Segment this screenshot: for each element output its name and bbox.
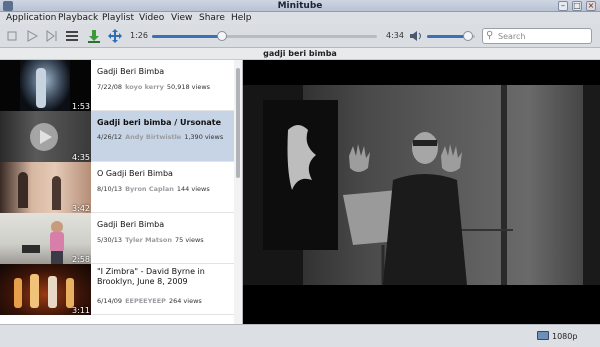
menu-video[interactable]: Video xyxy=(139,12,164,24)
play-icon[interactable] xyxy=(24,28,40,44)
playlist: 1:53 Gadji Beri Bimba 7/22/08 koyo kerry 5… xyxy=(0,60,243,324)
playlist-query: gadji beri bimba xyxy=(263,49,337,58)
list-item[interactable]: 1:53 Gadji Beri Bimba 7/22/08 koyo kerry 5… xyxy=(0,60,234,111)
seek-slider[interactable] xyxy=(152,31,377,41)
video-title: Gadji Beri Bimba xyxy=(97,220,165,229)
video-thumbnail: 1:53 xyxy=(0,60,91,111)
video-meta: 4/26/12 Andy Birtwistle 1,390 views xyxy=(97,133,223,141)
status-bar: 1080p xyxy=(0,324,600,347)
video-views: 50,918 views xyxy=(166,83,211,91)
video-date: 8/10/13 xyxy=(97,185,123,193)
maximize-button[interactable]: □ xyxy=(572,1,582,11)
toolbar: 1:26 4:34 ⚲ xyxy=(0,24,600,48)
video-player[interactable] xyxy=(243,60,600,324)
skip-icon[interactable] xyxy=(44,28,60,44)
video-title: O Gadji Beri Bimba xyxy=(97,169,173,178)
video-title: Gadji beri bimba / Ursonate xyxy=(97,118,222,127)
list-item[interactable]: 3:42 O Gadji Beri Bimba 8/10/13 Byron Cap… xyxy=(0,162,234,213)
video-views: 264 views xyxy=(168,297,202,305)
list-item[interactable]: 2:58 Gadji Beri Bimba 5/30/13 Tyler Matso… xyxy=(0,213,234,264)
total-time: 4:34 xyxy=(386,31,404,40)
video-thumbnail: 4:35 xyxy=(0,111,91,162)
close-button[interactable]: × xyxy=(586,1,596,11)
video-meta: 7/22/08 koyo kerry 50,918 views xyxy=(97,83,210,91)
video-frame xyxy=(243,60,600,324)
list-item[interactable]: 3:11 "I Zimbra" - David Byrne in Brookly… xyxy=(0,264,234,315)
video-title: "I Zimbra" - David Byrne in Brooklyn, Ju… xyxy=(97,267,205,286)
title-bar: Minitube – □ × xyxy=(0,0,600,12)
volume-handle[interactable] xyxy=(462,31,473,41)
volume-icon[interactable] xyxy=(408,28,424,44)
monitor-icon[interactable] xyxy=(537,331,549,340)
playlist-header: gadji beri bimba xyxy=(0,48,600,60)
video-views: 144 views xyxy=(176,185,210,193)
search-box[interactable]: ⚲ xyxy=(482,28,592,44)
menu-share[interactable]: Share xyxy=(199,12,225,24)
download-icon[interactable] xyxy=(86,28,102,44)
video-date: 4/26/12 xyxy=(97,133,123,141)
search-input[interactable] xyxy=(498,30,588,42)
seek-progress xyxy=(152,35,222,38)
playlist-scrollbar[interactable] xyxy=(234,60,242,324)
video-date: 5/30/13 xyxy=(97,236,123,244)
duration-label: 2:58 xyxy=(72,255,90,264)
menu-view[interactable]: View xyxy=(171,12,192,24)
video-thumbnail: 3:11 xyxy=(0,264,91,315)
video-views: 1,390 views xyxy=(184,133,224,141)
seek-handle[interactable] xyxy=(216,31,227,41)
window-title: Minitube xyxy=(277,1,323,11)
stop-icon[interactable] xyxy=(4,28,20,44)
video-meta: 6/14/09 EEPEEYEEP 264 views xyxy=(97,297,202,305)
video-thumbnail: 3:42 xyxy=(0,162,91,213)
video-date: 7/22/08 xyxy=(97,83,123,91)
scrollbar-thumb[interactable] xyxy=(236,68,240,178)
video-author[interactable]: Andy Birtwistle xyxy=(125,133,181,141)
menu-help[interactable]: Help xyxy=(231,12,252,24)
search-icon: ⚲ xyxy=(486,30,494,41)
video-author[interactable]: koyo kerry xyxy=(125,83,164,91)
current-time: 1:26 xyxy=(130,31,148,40)
video-thumbnail: 2:58 xyxy=(0,213,91,264)
video-author[interactable]: Tyler Matson xyxy=(125,236,172,244)
duration-label: 1:53 xyxy=(72,102,90,111)
video-date: 6/14/09 xyxy=(97,297,123,305)
menu-bar: Application Playback Playlist Video View… xyxy=(0,12,600,24)
duration-label: 3:11 xyxy=(72,306,90,315)
list-icon[interactable] xyxy=(64,28,80,44)
video-author[interactable]: Byron Caplan xyxy=(125,185,174,193)
volume-slider[interactable] xyxy=(427,31,475,41)
list-item[interactable]: 4:35 Gadji beri bimba / Ursonate 4/26/12… xyxy=(0,111,234,162)
video-meta: 5/30/13 Tyler Matson 75 views xyxy=(97,236,204,244)
fullscreen-icon[interactable] xyxy=(107,28,123,44)
video-title: Gadji Beri Bimba xyxy=(97,67,165,76)
menu-playback[interactable]: Playback xyxy=(58,12,98,24)
video-meta: 8/10/13 Byron Caplan 144 views xyxy=(97,185,210,193)
menu-application[interactable]: Application xyxy=(6,12,56,24)
video-views: 75 views xyxy=(175,236,204,244)
duration-label: 4:35 xyxy=(72,153,90,162)
minimize-button[interactable]: – xyxy=(558,1,568,11)
play-overlay-icon xyxy=(40,130,52,144)
duration-label: 3:42 xyxy=(72,204,90,213)
video-author[interactable]: EEPEEYEEP xyxy=(125,297,166,305)
menu-playlist[interactable]: Playlist xyxy=(102,12,134,24)
volume-level xyxy=(427,35,468,38)
quality-label[interactable]: 1080p xyxy=(552,325,577,347)
